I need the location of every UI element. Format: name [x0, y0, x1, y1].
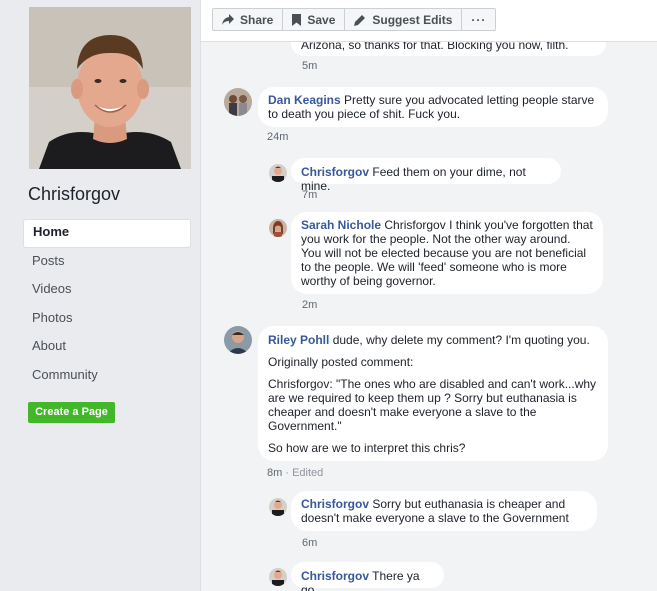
edited-label[interactable]: · Edited	[285, 467, 323, 479]
save-label: Save	[307, 12, 336, 27]
create-page-button[interactable]: Create a Page	[28, 402, 115, 423]
comment-feed: Share Save Suggest Edits ··· Arizona, so…	[200, 0, 657, 591]
comment-author-link[interactable]: Chrisforgov	[301, 165, 369, 179]
left-column: Chrisforgov Home Posts Videos Photos Abo…	[0, 0, 200, 591]
comment-timestamp: 8m · Edited	[267, 467, 323, 479]
bookmark-icon	[292, 13, 302, 26]
page-action-bar: Share Save Suggest Edits ···	[201, 0, 657, 42]
nav-item-home[interactable]: Home	[23, 219, 191, 248]
nav-item-posts[interactable]: Posts	[23, 248, 191, 277]
share-icon	[222, 14, 234, 25]
profile-picture[interactable]	[29, 7, 191, 169]
nav-item-photos[interactable]: Photos	[23, 305, 191, 334]
avatar[interactable]	[269, 164, 287, 182]
comment-author-link[interactable]: Dan Keagins	[268, 93, 341, 107]
comment-timestamp[interactable]: 24m	[267, 131, 288, 143]
comment-bubble: Sarah Nichole Chrisforgov I think you've…	[291, 212, 603, 294]
avatar[interactable]	[224, 88, 252, 116]
more-options-button[interactable]: ···	[462, 9, 495, 30]
nav-item-videos[interactable]: Videos	[23, 276, 191, 305]
comment-bubble: Chrisforgov Sorry but euthanasia is chea…	[291, 491, 597, 531]
comment-author-link[interactable]: Chrisforgov	[301, 497, 369, 511]
suggest-edits-label: Suggest Edits	[372, 12, 453, 27]
comment-author-link[interactable]: Riley Pohll	[268, 333, 329, 347]
comment-text: dude, why delete my comment? I'm quoting…	[332, 333, 590, 347]
pencil-icon	[354, 14, 366, 26]
avatar[interactable]	[269, 568, 287, 586]
page-name[interactable]: Chrisforgov	[28, 184, 120, 205]
comment-text: So how are we to interpret this chris?	[268, 441, 466, 455]
comment-bubble: Chrisforgov There ya go.	[291, 562, 444, 591]
suggest-edits-button[interactable]: Suggest Edits	[345, 9, 463, 30]
share-button[interactable]: Share	[213, 9, 284, 30]
timestamp-link[interactable]: 8m	[267, 467, 282, 479]
comment-text: Chrisforgov: "The ones who are disabled …	[268, 377, 597, 433]
comment-author-link[interactable]: Chrisforgov	[301, 569, 369, 583]
action-buttons: Share Save Suggest Edits ···	[212, 8, 497, 31]
avatar[interactable]	[224, 326, 252, 354]
comment-timestamp[interactable]: 5m	[302, 60, 317, 72]
comment-timestamp[interactable]: 6m	[302, 537, 317, 549]
page-nav: Home Posts Videos Photos About Community	[23, 219, 191, 391]
comment-author-link[interactable]: Sarah Nichole	[301, 218, 381, 232]
comment-timestamp[interactable]: 7m	[302, 189, 317, 201]
comment-timestamp[interactable]: 2m	[302, 299, 317, 311]
save-button[interactable]: Save	[283, 9, 346, 30]
comment-text: Originally posted comment:	[268, 355, 414, 369]
comment-bubble: Chrisforgov Feed them on your dime, not …	[291, 158, 561, 193]
nav-item-about[interactable]: About	[23, 333, 191, 362]
comment-bubble: Dan Keagins Pretty sure you advocated le…	[258, 87, 608, 127]
nav-item-community[interactable]: Community	[23, 362, 191, 391]
share-label: Share	[240, 12, 274, 27]
avatar[interactable]	[269, 498, 287, 516]
comment-bubble: Riley Pohll dude, why delete my comment?…	[258, 326, 608, 461]
more-icon: ···	[471, 12, 487, 27]
avatar[interactable]	[269, 219, 287, 237]
